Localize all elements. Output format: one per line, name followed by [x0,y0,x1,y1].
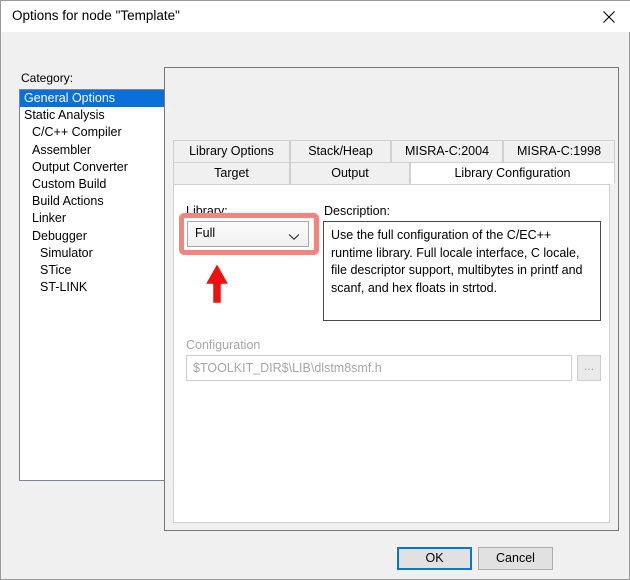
category-item[interactable]: C/C++ Compiler [20,124,167,141]
library-select[interactable]: Full [187,221,309,247]
cursor-arrow-annotation [197,259,237,309]
category-item[interactable]: Assembler [20,142,167,159]
tab-row-lower: Target Output Library Configuration [173,162,615,184]
tab-target[interactable]: Target [173,162,290,184]
tab-misra-c-2004[interactable]: MISRA-C:2004 [391,140,503,162]
category-item[interactable]: ST-LINK [20,279,167,296]
tab-stack-heap[interactable]: Stack/Heap [290,140,391,162]
category-label: Category: [21,71,74,85]
options-dialog: Options for node "Template" Category: Ge… [0,0,630,580]
cancel-button[interactable]: Cancel [478,547,553,570]
tab-output[interactable]: Output [290,162,410,184]
close-button[interactable] [586,1,630,32]
tab-strip: Library Options Stack/Heap MISRA-C:2004 MIS… [173,140,615,184]
configuration-label: Configuration [186,338,261,352]
configuration-browse-button[interactable]: ... [577,355,601,381]
category-item[interactable]: STice [20,262,167,279]
library-select-value: Full [195,226,216,240]
tab-row-upper: Library Options Stack/Heap MISRA-C:2004 MIS… [173,140,615,162]
category-item[interactable]: Simulator [20,245,167,262]
close-icon [602,10,616,24]
category-list[interactable]: General Options Static Analysis C/C++ Comp… [19,89,168,481]
category-item[interactable]: Output Converter [20,159,167,176]
category-item[interactable]: Static Analysis [20,107,167,124]
category-item[interactable]: Debugger [20,228,167,245]
tab-misra-c-1998[interactable]: MISRA-C:1998 [503,140,615,162]
chevron-down-icon [288,230,300,244]
tab-library-configuration[interactable]: Library Configuration [410,162,615,184]
library-label: Library: [186,204,228,218]
window-title: Options for node "Template" [12,8,180,23]
category-item[interactable]: Custom Build [20,176,167,193]
category-item[interactable]: Linker [20,210,167,227]
category-item[interactable]: General Options [20,90,167,108]
description-label: Description: [324,204,390,218]
category-item[interactable]: Build Actions [20,193,167,210]
title-bar: Options for node "Template" [1,1,630,32]
configuration-input[interactable]: $TOOLKIT_DIR$\LIB\dlstm8smf.h [186,355,572,381]
tab-library-options[interactable]: Library Options [173,140,290,162]
description-text: Use the full configuration of the C/EC++… [323,221,601,321]
ok-button[interactable]: OK [397,547,472,570]
